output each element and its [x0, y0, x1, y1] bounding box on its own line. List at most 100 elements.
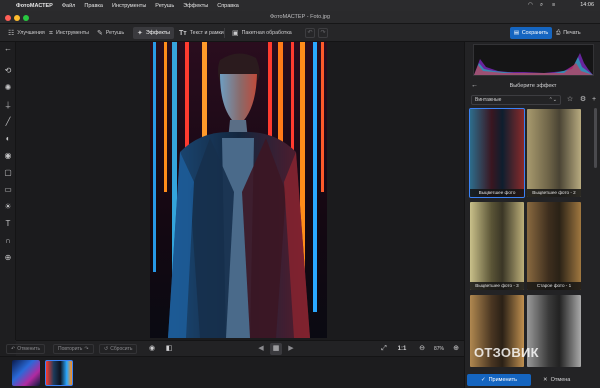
window-titlebar: ФотоМАСТЕР - Foto.jpg — [0, 11, 600, 24]
tab-label: Инструменты — [55, 30, 89, 36]
compare-icon[interactable]: ◧ — [163, 343, 175, 355]
tab-enhancements[interactable]: ☷ Улучшения — [4, 27, 49, 39]
effect-thumbnail-old-photo-1[interactable]: Старое фото - 1 — [527, 202, 581, 290]
rotate-icon[interactable]: ⟲ — [3, 66, 13, 76]
tab-tools[interactable]: ⌗ Инструменты — [45, 27, 93, 39]
window-title: ФотоМАСТЕР - Foto.jpg — [269, 14, 330, 20]
effect-thumbnail-faded-1[interactable]: Выцветшее фото — [469, 108, 525, 198]
film-thumbnail-selected[interactable] — [45, 360, 73, 386]
settings-icon[interactable]: ⚙ — [578, 95, 588, 105]
thumbnail-label: Старое фото - 1 — [527, 282, 581, 290]
menu-file[interactable]: Файл — [62, 3, 76, 9]
next-arrow-icon[interactable]: ▶ — [285, 343, 297, 355]
menu-effects[interactable]: Эффекты — [183, 3, 208, 9]
panel-scrollbar[interactable] — [594, 108, 597, 168]
tab-label: Эффекты — [145, 30, 170, 36]
print-label: Печать — [563, 30, 581, 36]
menu-bar: ФотоМАСТЕР Файл Правка Инструменты Ретуш… — [0, 0, 600, 11]
reset-button[interactable]: ↺ Сбросить — [99, 344, 138, 354]
category-value: Винтажные — [475, 97, 502, 103]
prev-arrow-icon[interactable]: ◀ — [255, 343, 267, 355]
zoom-out-icon[interactable]: ⊖ — [416, 343, 428, 355]
effects-panel: ← Выберите эффект Винтажные ⌃⌄ ☆ ⚙ + Выц… — [464, 42, 600, 388]
redo-icon: ↷ — [84, 346, 89, 352]
tab-retouch[interactable]: ✎ Ретушь — [93, 27, 128, 39]
effect-thumbnail-faded-3[interactable]: Выцветшее фото - 3 — [470, 202, 524, 290]
menu-tools[interactable]: Инструменты — [112, 3, 146, 9]
print-button[interactable]: ⎙ Печать — [556, 27, 594, 39]
effect-category-select[interactable]: Винтажные ⌃⌄ — [471, 95, 561, 105]
tab-batch[interactable]: ▣ Пакетная обработка — [228, 27, 296, 39]
thumbnail-label: Выцветшее фото - 2 — [527, 189, 581, 197]
search-icon[interactable]: ⌕ — [540, 2, 543, 9]
effects-panel-title: Выберите эффект — [509, 83, 557, 89]
apply-label: Применить — [488, 377, 518, 383]
frame-icon[interactable]: ▢ — [3, 168, 13, 178]
tab-effects[interactable]: ✦ Эффекты — [133, 27, 174, 39]
zoom-level: 87% — [433, 346, 444, 352]
tab-label: Ретушь — [105, 30, 125, 36]
save-icon: ▤ — [513, 30, 519, 36]
eye-icon[interactable]: ◉ — [146, 343, 158, 355]
undo-label: Отменить — [17, 346, 41, 352]
tab-label: Пакетная обработка — [241, 30, 292, 36]
save-label: Сохранить — [521, 30, 549, 36]
apply-button[interactable]: ✓ Применить — [467, 374, 531, 386]
menu-help[interactable]: Справка — [217, 3, 239, 9]
brush-icon: ✎ — [97, 29, 103, 37]
check-icon: ✓ — [480, 377, 486, 383]
add-icon[interactable]: + — [589, 95, 599, 105]
sliders-icon: ☷ — [8, 29, 15, 37]
back-arrow-icon[interactable]: ← — [3, 44, 13, 54]
histogram — [473, 44, 594, 76]
batch-icon: ▣ — [232, 29, 239, 37]
tab-label: Улучшения — [17, 30, 45, 36]
effect-thumbnail-faded-2[interactable]: Выцветшее фото - 2 — [527, 109, 581, 197]
thumbnail-label: Выцветшее фото — [470, 189, 524, 197]
chevron-down-icon: ⌃⌄ — [548, 97, 557, 103]
crop-icon: ⌗ — [49, 29, 53, 37]
cancel-button[interactable]: ✕ Отмена — [537, 374, 597, 386]
text-tool-icon[interactable]: T — [3, 219, 13, 229]
tab-text-frames[interactable]: Tт Текст и рамки — [175, 27, 228, 39]
fit-screen-icon[interactable]: ⤢ — [378, 343, 390, 355]
stamp-icon[interactable]: ⍊ — [3, 100, 13, 110]
zoom-in-icon[interactable]: ⊕ — [450, 343, 462, 355]
redo-icon[interactable]: ↷ — [318, 28, 328, 38]
save-button[interactable]: ▤ Сохранить — [510, 27, 552, 39]
redo-label: Повторить — [58, 346, 83, 352]
heal-icon[interactable]: ✺ — [3, 83, 13, 93]
wifi-icon[interactable]: ◠ — [528, 2, 533, 8]
vignette-icon[interactable]: ▭ — [3, 185, 13, 195]
favorites-icon[interactable]: ☆ — [565, 95, 575, 105]
cancel-label: Отмена — [550, 377, 571, 383]
histogram-graph — [474, 53, 593, 75]
text-icon: Tт — [179, 29, 187, 37]
gradient-icon[interactable]: ◐ — [3, 134, 13, 144]
actual-size-button[interactable]: 1:1 — [394, 343, 410, 355]
undo-button[interactable]: ↶ Отменить — [6, 344, 46, 354]
close-icon: ✕ — [543, 377, 548, 383]
canvas-action-bar: ↶ Отменить Повторить ↷ ↺ Сбросить ◉ ◧ ◀ … — [6, 340, 464, 356]
image-view-icon[interactable]: ▦ — [270, 343, 282, 355]
menu-app[interactable]: ФотоМАСТЕР — [16, 3, 53, 9]
brush-tool-icon[interactable]: ╱ — [3, 117, 13, 127]
radial-icon[interactable]: ◉ — [3, 151, 13, 161]
watermark-logo: ОТЗОВИК — [474, 345, 539, 360]
menu-retouch[interactable]: Ретушь — [155, 3, 174, 9]
thumbnail-label: Выцветшее фото - 3 — [470, 282, 524, 290]
control-center-icon[interactable]: ≡ — [552, 2, 555, 8]
main-toolbar: ☷ Улучшения ⌗ Инструменты ✎ Ретушь ✦ Эфф… — [0, 24, 600, 42]
film-thumbnail[interactable] — [12, 360, 40, 386]
reset-label: Сбросить — [110, 346, 133, 352]
redo-button[interactable]: Повторить ↷ — [53, 344, 94, 354]
edited-photo[interactable] — [150, 42, 327, 338]
globe-icon[interactable]: ⊕ — [3, 253, 13, 263]
light-icon[interactable]: ☀ — [3, 202, 13, 212]
printer-icon: ⎙ — [556, 29, 561, 36]
undo-icon[interactable]: ↶ — [305, 28, 315, 38]
magic-wand-icon: ✦ — [137, 29, 143, 37]
filmstrip — [0, 356, 464, 388]
menu-edit[interactable]: Правка — [84, 3, 103, 9]
magnet-icon[interactable]: ∩ — [3, 236, 13, 246]
